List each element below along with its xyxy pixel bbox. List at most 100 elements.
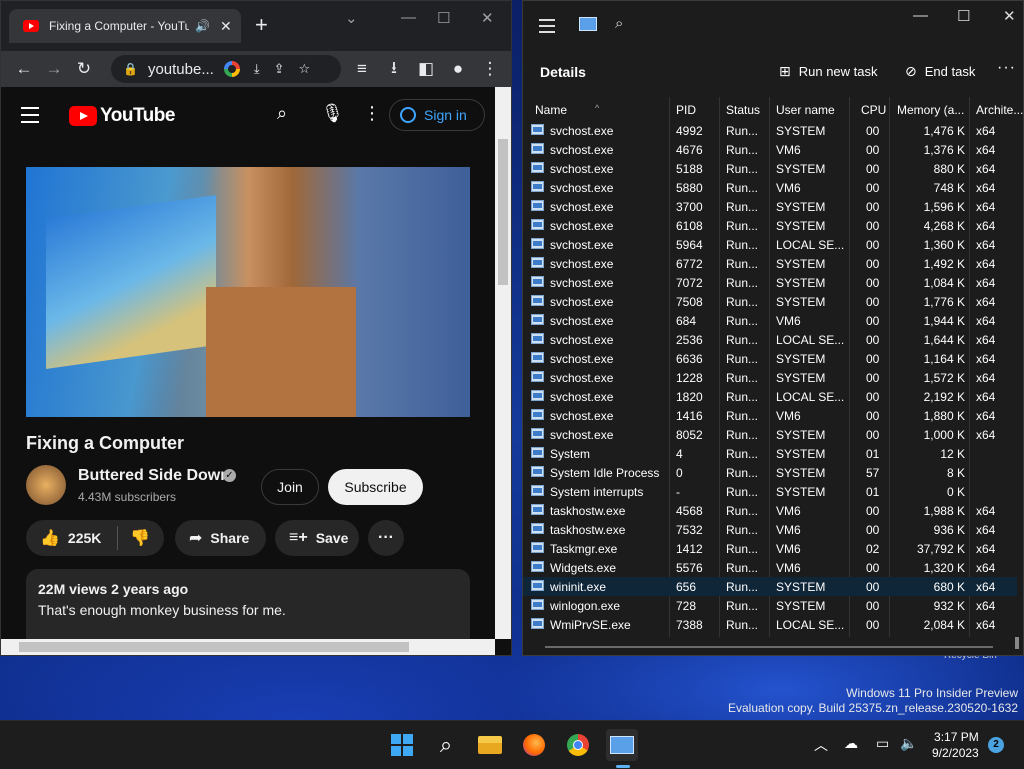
more-options-icon[interactable]: ··· (997, 59, 1016, 77)
tab-youtube[interactable]: Fixing a Computer - YouTube 🔊 ✕ (9, 9, 241, 43)
google-lens-icon[interactable] (223, 61, 240, 77)
details-horizontal-scrollbar[interactable] (545, 646, 993, 648)
join-button[interactable]: Join (261, 469, 319, 505)
process-row[interactable]: wininit.exe 656 Run... SYSTEM 00 680 K x64 (523, 577, 1017, 596)
clock[interactable]: 3:17 PM 9/2/2023 (932, 729, 979, 761)
file-explorer-icon[interactable] (474, 729, 506, 761)
more-options-icon[interactable]: ⋮ (363, 103, 381, 124)
process-row[interactable]: svchost.exe 1820 Run... LOCAL SE... 00 2,192 … (523, 387, 1017, 406)
page-horizontal-scrollbar[interactable] (1, 639, 495, 655)
channel-avatar[interactable] (26, 465, 66, 505)
scroll-thumb[interactable] (19, 642, 409, 652)
process-row[interactable]: svchost.exe 3700 Run... SYSTEM 00 1,596 K x64 (523, 197, 1017, 216)
process-row[interactable]: svchost.exe 7508 Run... SYSTEM 00 1,776 K x64 (523, 292, 1017, 311)
process-row[interactable]: svchost.exe 6772 Run... SYSTEM 00 1,492 K x64 (523, 254, 1017, 273)
thumbs-down-icon[interactable]: 👎 (130, 528, 150, 548)
firefox-icon[interactable] (518, 729, 550, 761)
lock-icon[interactable]: 🔒 (123, 62, 138, 76)
subscribe-button[interactable]: Subscribe (328, 469, 423, 505)
tab-search-chevron-icon[interactable]: ⌄ (345, 9, 358, 27)
youtube-logo[interactable]: YouTube (69, 105, 175, 127)
process-row[interactable]: svchost.exe 1228 Run... SYSTEM 00 1,572 K x64 (523, 368, 1017, 387)
network-disconnected-icon[interactable]: ☁ (844, 735, 858, 752)
process-row[interactable]: svchost.exe 5188 Run... SYSTEM 00 880 K x64 (523, 159, 1017, 178)
close-tab-icon[interactable]: ✕ (220, 18, 232, 35)
chrome-menu-icon[interactable]: ⋮ (475, 59, 505, 79)
thumbs-up-icon[interactable]: 👍 (40, 528, 60, 548)
page-vertical-scrollbar[interactable] (495, 87, 511, 639)
downloads-icon[interactable]: ⭳ (379, 55, 409, 84)
minimize-button[interactable]: — (913, 7, 928, 24)
address-text[interactable]: youtube... (148, 61, 214, 78)
notification-badge[interactable]: 2 (988, 737, 1004, 753)
chrome-icon[interactable] (562, 729, 594, 761)
share-page-icon[interactable]: ⇪ (274, 61, 285, 77)
profile-icon[interactable]: ● (443, 59, 473, 79)
forward-arrow-icon[interactable]: → (39, 59, 69, 79)
youtube-menu-icon[interactable] (21, 107, 39, 128)
search-icon[interactable]: ⌕ (277, 103, 287, 124)
process-row[interactable]: WmiPrvSE.exe 7388 Run... LOCAL SE... 00 2,084… (523, 615, 1017, 634)
process-row[interactable]: System interrupts - Run... SYSTEM 01 0 K (523, 482, 1017, 501)
process-row[interactable]: svchost.exe 4992 Run... SYSTEM 00 1,476 K x64 (523, 121, 1017, 140)
like-count[interactable]: 225K (68, 530, 101, 546)
process-row[interactable]: svchost.exe 7072 Run... SYSTEM 00 1,084 K x64 (523, 273, 1017, 292)
start-button[interactable] (386, 729, 418, 761)
new-tab-button[interactable]: + (255, 14, 268, 36)
column-header-memory[interactable]: Memory (a... (897, 103, 964, 117)
process-row[interactable]: svchost.exe 684 Run... VM6 00 1,944 K x64 (523, 311, 1017, 330)
process-row[interactable]: taskhostw.exe 7532 Run... VM6 00 936 K x64 (523, 520, 1017, 539)
process-row[interactable]: svchost.exe 6636 Run... SYSTEM 00 1,164 K x64 (523, 349, 1017, 368)
description-box[interactable]: 22M views 2 years ago That's enough monk… (26, 569, 470, 649)
taskbar-search-icon[interactable]: ⌕ (430, 729, 462, 761)
address-bar[interactable]: 🔒 youtube... ⤓ ⇪ ☆ (111, 55, 341, 83)
process-row[interactable]: taskhostw.exe 4568 Run... VM6 00 1,988 K x64 (523, 501, 1017, 520)
column-header-status[interactable]: Status (726, 103, 760, 117)
search-icon[interactable]: ⌕ (615, 15, 623, 32)
process-row[interactable]: svchost.exe 1416 Run... VM6 00 1,880 K x64 (523, 406, 1017, 425)
side-panel-icon[interactable]: ◧ (411, 59, 441, 79)
install-app-icon[interactable]: ⤓ (254, 61, 260, 77)
process-row[interactable]: svchost.exe 5880 Run... VM6 00 748 K x64 (523, 178, 1017, 197)
process-row[interactable]: System Idle Process 0 Run... SYSTEM 57 8 K (523, 463, 1017, 482)
speaker-icon[interactable]: 🔊 (195, 19, 210, 33)
scroll-thumb[interactable] (498, 139, 508, 285)
reload-icon[interactable]: ↻ (69, 59, 99, 79)
process-row[interactable]: svchost.exe 8052 Run... SYSTEM 00 1,000 K x64 (523, 425, 1017, 444)
maximize-button[interactable]: ☐ (437, 9, 450, 27)
share-button[interactable]: ➦ Share (175, 520, 266, 556)
process-row[interactable]: svchost.exe 6108 Run... SYSTEM 00 4,268 K x64 (523, 216, 1017, 235)
close-window-button[interactable]: ✕ (1003, 7, 1016, 25)
close-window-button[interactable]: ✕ (481, 9, 494, 27)
column-header-pid[interactable]: PID (676, 103, 696, 117)
process-row[interactable]: winlogon.exe 728 Run... SYSTEM 00 932 K x64 (523, 596, 1017, 615)
save-button[interactable]: ≡+ Save (275, 520, 359, 556)
run-new-task-button[interactable]: ⊞ Run new task (779, 63, 878, 80)
more-actions-button[interactable]: ··· (368, 520, 404, 556)
process-row[interactable]: Widgets.exe 5576 Run... VM6 00 1,320 K x64 (523, 558, 1017, 577)
process-row[interactable]: svchost.exe 4676 Run... VM6 00 1,376 K x64 (523, 140, 1017, 159)
column-header-architecture[interactable]: Archite... (976, 103, 1023, 117)
maximize-button[interactable]: ☐ (957, 7, 970, 25)
video-player[interactable] (26, 167, 470, 417)
bookmark-star-icon[interactable]: ☆ (299, 61, 311, 77)
navigation-menu-icon[interactable] (539, 19, 555, 37)
process-row[interactable]: svchost.exe 5964 Run... LOCAL SE... 00 1,360 … (523, 235, 1017, 254)
process-row[interactable]: System 4 Run... SYSTEM 01 12 K (523, 444, 1017, 463)
channel-name[interactable]: Buttered Side Down (78, 467, 230, 485)
volume-icon[interactable]: 🔈 (900, 735, 917, 752)
display-icon[interactable]: ▭ (876, 735, 889, 752)
media-controls-icon[interactable]: ≡ (347, 59, 377, 79)
process-row[interactable]: svchost.exe 2536 Run... LOCAL SE... 00 1,644 … (523, 330, 1017, 349)
column-header-cpu[interactable]: CPU (861, 103, 886, 117)
microphone-icon[interactable]: 🎙 (321, 103, 344, 124)
minimize-button[interactable]: — (401, 9, 416, 26)
details-vertical-scrollbar[interactable] (1015, 637, 1019, 649)
end-task-button[interactable]: ⊘ End task (905, 63, 975, 80)
task-manager-taskbar-icon[interactable] (606, 729, 638, 761)
process-row[interactable]: Taskmgr.exe 1412 Run... VM6 02 37,792 K x64 (523, 539, 1017, 558)
back-arrow-icon[interactable]: ← (9, 59, 39, 79)
column-header-user[interactable]: User name (776, 103, 835, 117)
show-hidden-icons-chevron-icon[interactable]: ︿ (814, 735, 828, 755)
column-header-name[interactable]: Name (535, 103, 567, 117)
